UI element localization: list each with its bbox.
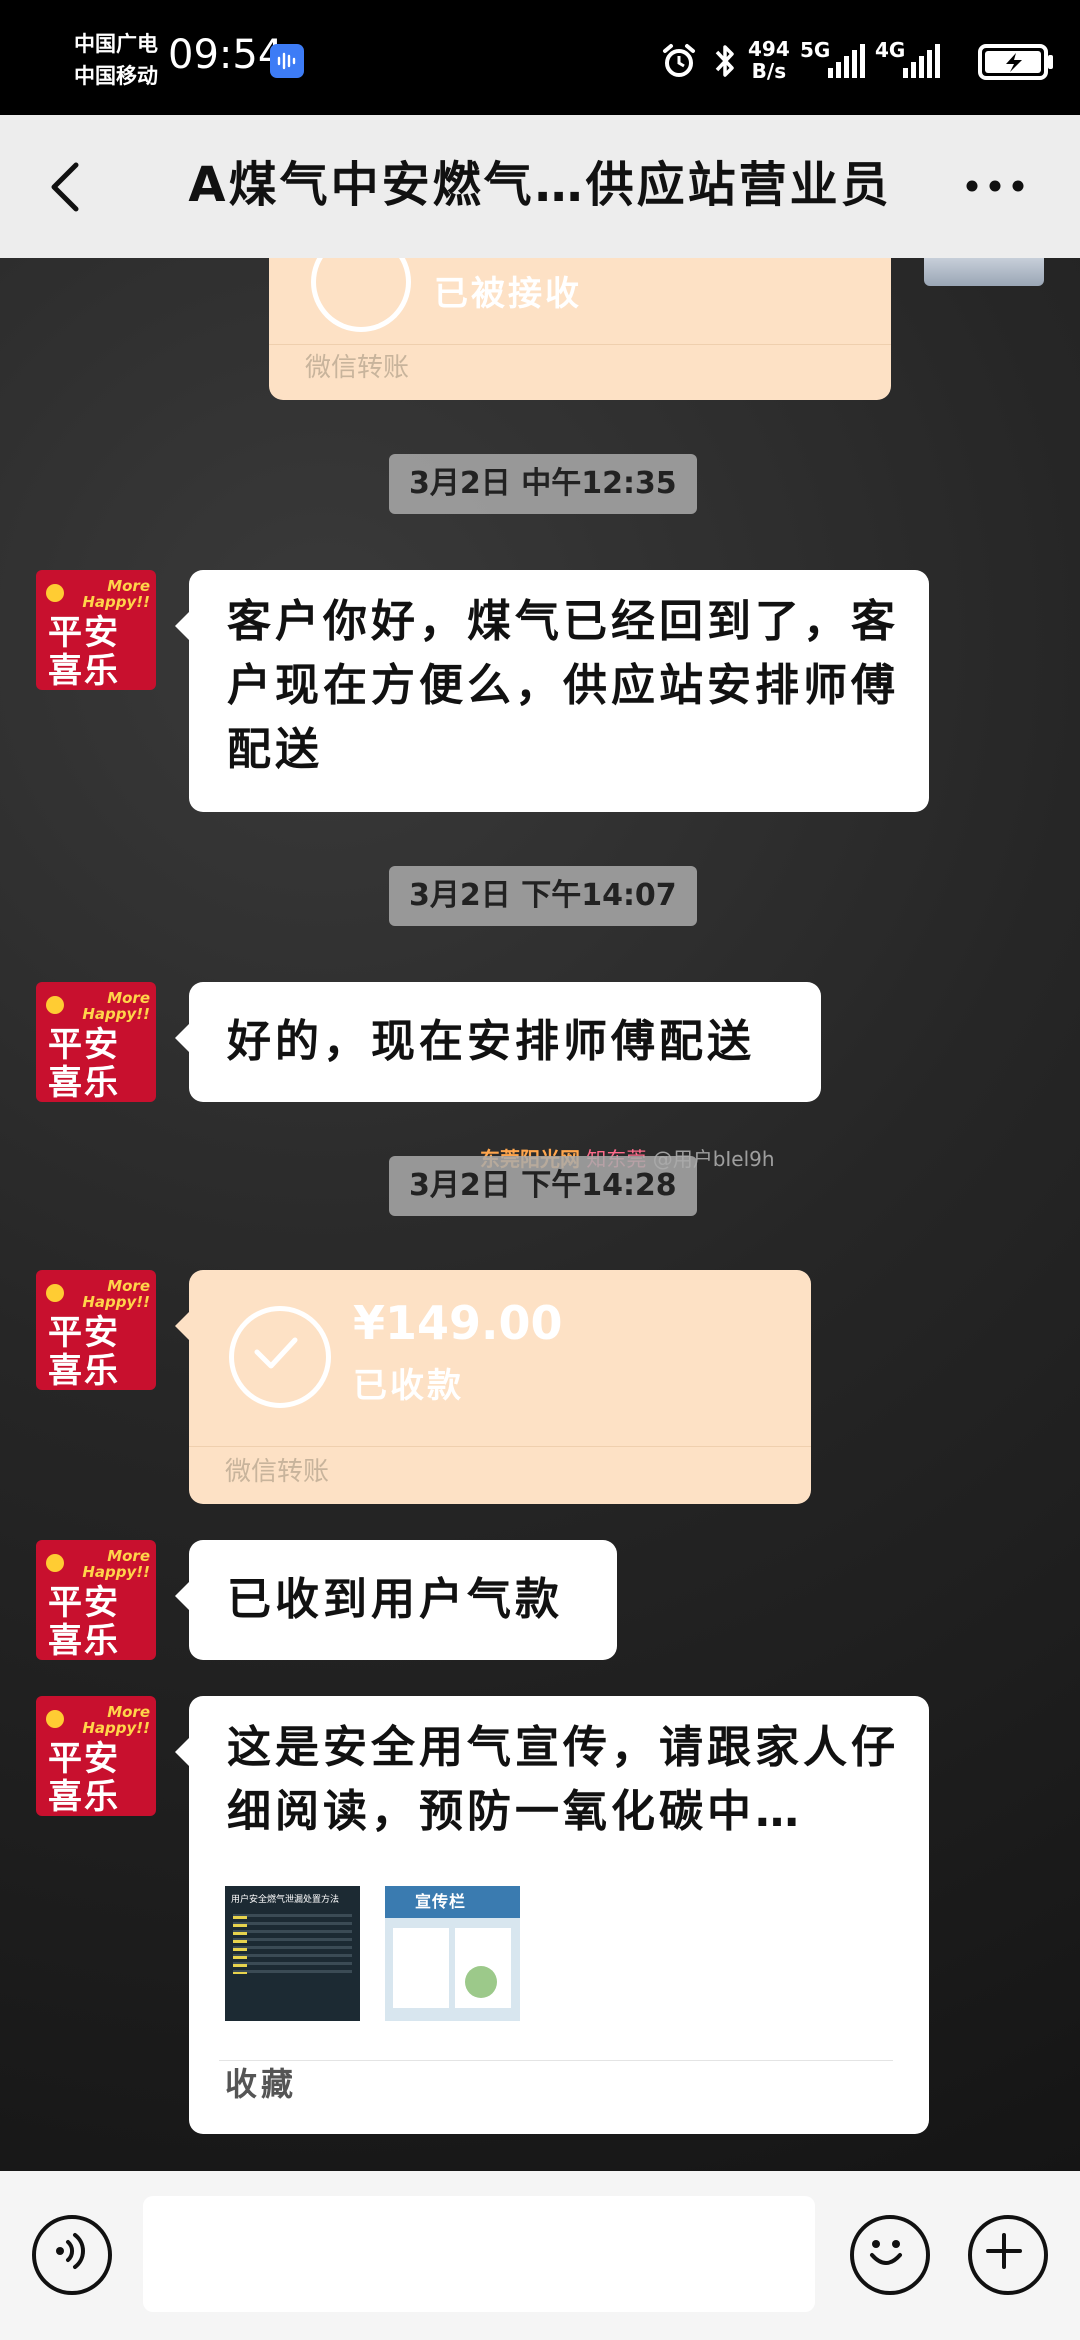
voice-icon — [56, 2233, 85, 2269]
carrier-names: 中国广电 中国移动 — [74, 28, 158, 92]
message-input[interactable] — [143, 2196, 815, 2312]
avatar[interactable]: More Happy!! 平安 喜乐 — [36, 570, 156, 690]
back-arrow-icon[interactable] — [40, 157, 92, 217]
more-options-icon[interactable] — [960, 175, 1030, 197]
network-speed: 494 B/s — [748, 37, 790, 83]
more-functions-button[interactable] — [968, 2215, 1048, 2295]
message-bubble[interactable]: 客户你好，煤气已经回到了，客户现在方便么，供应站安排师傅配送 — [175, 570, 929, 812]
check-circle-icon — [229, 1306, 331, 1408]
chat-header: A煤气中安燃气…供应站营业员 — [0, 115, 1080, 258]
battery-charging-icon — [978, 44, 1053, 80]
transfer-footer: 微信转账 — [305, 353, 410, 383]
network-type-4g: 4G — [875, 38, 906, 62]
transfer-footer: 微信转账 — [225, 1457, 330, 1487]
emoji-button[interactable] — [850, 2215, 930, 2295]
avatar[interactable]: More Happy!! 平安 喜乐 — [36, 1540, 156, 1660]
message-bubble[interactable]: 好的，现在安排师傅配送 — [175, 982, 821, 1102]
favorite-card[interactable]: 这是安全用气宣传，请跟家人仔细阅读，预防一氧化碳中… 用户安全燃气泄漏处置方法 … — [175, 1696, 929, 2134]
message-text: 好的，现在安排师傅配送 — [227, 1016, 755, 1067]
plus-icon — [986, 2233, 1022, 2269]
voice-assistant-icon — [270, 44, 304, 78]
status-icons: 494 B/s 5G 4G — [660, 0, 1080, 115]
avatar[interactable]: More Happy!! 平安 喜乐 — [36, 1696, 156, 1816]
signal-5g-icon — [828, 44, 865, 78]
bluetooth-icon — [715, 45, 734, 77]
timestamp: 3月2日 下午14:07 — [389, 866, 697, 926]
card-text: 这是安全用气宣传，请跟家人仔细阅读，预防一氧化碳中… — [227, 1722, 899, 1837]
transfer-card-received[interactable]: 已被接收 微信转账 — [269, 258, 891, 400]
carrier-2: 中国移动 — [74, 64, 158, 88]
smiley-icon — [870, 2240, 902, 2265]
input-bar — [0, 2171, 1080, 2340]
alarm-icon — [663, 44, 695, 77]
network-type-5g: 5G — [800, 38, 831, 62]
status-bar: 中国广电 中国移动 09:54 494 B/s 5G 4G — [0, 0, 1080, 115]
chat-title: A煤气中安燃气…供应站营业员 — [188, 157, 892, 213]
clock: 09:54 — [168, 32, 284, 78]
voice-input-button[interactable] — [32, 2215, 112, 2295]
message-bubble[interactable]: 已收到用户气款 — [175, 1540, 617, 1660]
partial-image-thumbnail[interactable] — [924, 258, 1044, 286]
transfer-status: 已收款 — [353, 1366, 464, 1406]
chat-messages[interactable]: 已被接收 微信转账 3月2日 中午12:35 More Happy!! 平安 喜乐… — [0, 258, 1080, 2171]
message-text: 客户你好，煤气已经回到了，客户现在方便么，供应站安排师傅配送 — [227, 596, 899, 775]
check-circle-icon — [311, 258, 411, 332]
carrier-1: 中国广电 — [74, 32, 158, 56]
card-image-2[interactable]: 宣传栏 — [385, 1886, 520, 2021]
message-text: 已收到用户气款 — [227, 1574, 563, 1625]
avatar[interactable]: More Happy!! 平安 喜乐 — [36, 1270, 156, 1390]
card-image-1[interactable]: 用户安全燃气泄漏处置方法 — [225, 1886, 360, 2021]
card-source-label: 收藏 — [225, 2065, 298, 2103]
transfer-status: 已被接收 — [434, 274, 582, 314]
transfer-amount: ¥149.00 — [353, 1296, 563, 1350]
timestamp: 3月2日 中午12:35 — [389, 454, 697, 514]
signal-4g-icon — [903, 44, 940, 78]
avatar[interactable]: More Happy!! 平安 喜乐 — [36, 982, 156, 1102]
timestamp: 3月2日 下午14:28 — [389, 1156, 697, 1216]
transfer-card[interactable]: ¥149.00 已收款 微信转账 — [175, 1270, 811, 1504]
